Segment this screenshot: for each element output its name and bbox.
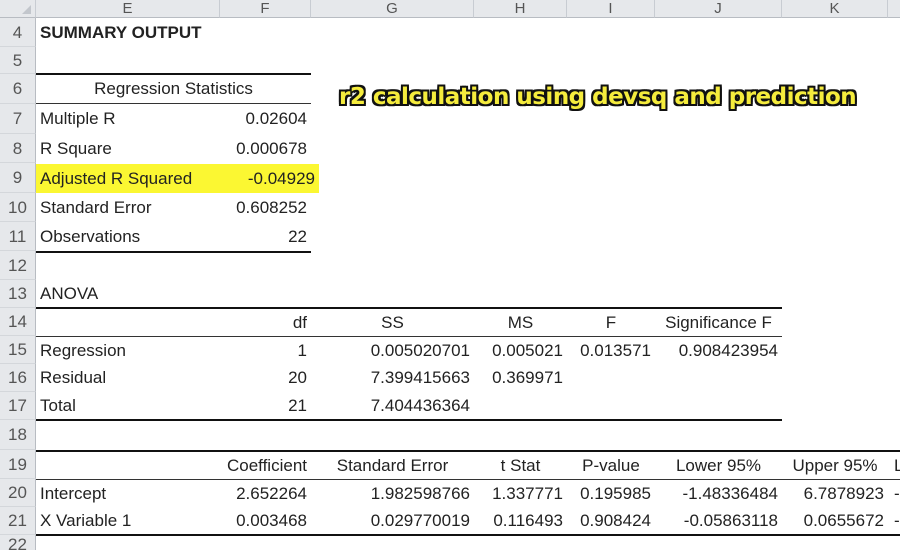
anova-cell-f[interactable]: 0.013571: [567, 337, 655, 364]
anova-cell-ms[interactable]: 0.005021: [474, 337, 567, 364]
summary-output-title[interactable]: SUMMARY OUTPUT: [36, 18, 236, 47]
column-header-i[interactable]: I: [567, 0, 655, 18]
coef-cell-standard-error[interactable]: 0.029770019: [311, 507, 474, 534]
row-header-7[interactable]: 7: [0, 104, 36, 134]
row-header-9[interactable]: 9: [0, 163, 36, 193]
row-header-15[interactable]: 15: [0, 336, 36, 364]
coef-cell-p-value[interactable]: 0.908424: [567, 507, 655, 534]
anova-cell-df[interactable]: 21: [220, 392, 311, 419]
regression-stats-bottom-border: [36, 251, 311, 253]
column-header-f[interactable]: F: [220, 0, 311, 18]
coef-header-p-value[interactable]: P-value: [567, 452, 655, 479]
row-header-11[interactable]: 11: [0, 222, 36, 251]
anova-row-label[interactable]: Residual: [36, 364, 220, 392]
column-header-l[interactable]: [888, 0, 900, 18]
column-header-j[interactable]: J: [655, 0, 782, 18]
coef-cell-t-stat[interactable]: 0.116493: [474, 507, 567, 534]
row-header-20[interactable]: 20: [0, 479, 36, 507]
select-all-triangle-icon: [22, 5, 31, 14]
row-header-6[interactable]: 6: [0, 74, 36, 104]
stat-label-adjusted-r-squared[interactable]: Adjusted R Squared: [36, 164, 220, 193]
row-header-5[interactable]: 5: [0, 47, 36, 74]
coef-cell-partial[interactable]: -: [890, 507, 900, 534]
stat-label-observations[interactable]: Observations: [36, 222, 220, 251]
coef-cell-partial[interactable]: -: [890, 480, 900, 507]
row-header-4[interactable]: 4: [0, 18, 36, 47]
coef-cell-upper-95[interactable]: 0.0655672: [782, 507, 888, 534]
coef-cell-lower-95[interactable]: -1.48336484: [655, 480, 782, 507]
anova-row-label[interactable]: Regression: [36, 337, 220, 364]
coef-header-standard-error[interactable]: Standard Error: [311, 452, 474, 479]
stat-value-adjusted-r-squared[interactable]: -0.04929: [220, 164, 319, 193]
row-header-8[interactable]: 8: [0, 134, 36, 163]
anova-cell-ss[interactable]: 7.404436364: [311, 392, 474, 419]
anova-bottom-border: [36, 419, 782, 421]
anova-cell-ss[interactable]: 0.005020701: [311, 337, 474, 364]
coef-header-lower-95-0-partial[interactable]: L: [890, 452, 900, 479]
stat-value-standard-error[interactable]: 0.608252: [220, 193, 311, 222]
regression-stats-header[interactable]: Regression Statistics: [36, 74, 311, 104]
stat-value-observations[interactable]: 22: [220, 222, 311, 251]
coef-cell-upper-95[interactable]: 6.7878923: [782, 480, 888, 507]
row-header-21[interactable]: 21: [0, 507, 36, 535]
anova-header-f[interactable]: F: [567, 309, 655, 336]
row-header-22[interactable]: 22: [0, 535, 36, 550]
column-header-k[interactable]: K: [782, 0, 888, 18]
stat-value-multiple-r[interactable]: 0.02604: [220, 104, 311, 134]
row-header-16[interactable]: 16: [0, 364, 36, 392]
row-header-14[interactable]: 14: [0, 308, 36, 336]
row-header-13[interactable]: 13: [0, 280, 36, 308]
anova-cell-significance-f[interactable]: 0.908423954: [655, 337, 782, 364]
coef-header-upper-95[interactable]: Upper 95%: [782, 452, 888, 479]
stat-label-standard-error[interactable]: Standard Error: [36, 193, 220, 222]
coef-cell-lower-95[interactable]: -0.05863118: [655, 507, 782, 534]
select-all-corner[interactable]: [0, 0, 36, 18]
coef-row-label[interactable]: Intercept: [36, 480, 220, 507]
anova-header-df[interactable]: df: [220, 309, 311, 336]
anova-header-significance-f[interactable]: Significance F: [655, 309, 782, 336]
coef-header-coefficient[interactable]: Coefficient: [220, 452, 311, 479]
coef-cell-coefficient[interactable]: 0.003468: [220, 507, 311, 534]
anova-header-ss[interactable]: SS: [311, 309, 474, 336]
row-header-12[interactable]: 12: [0, 251, 36, 280]
column-header-h[interactable]: H: [474, 0, 567, 18]
row-header-10[interactable]: 10: [0, 193, 36, 222]
stat-label-multiple-r[interactable]: Multiple R: [36, 104, 220, 134]
column-header-g[interactable]: G: [311, 0, 474, 18]
anova-title[interactable]: ANOVA: [36, 280, 220, 308]
coef-cell-p-value[interactable]: 0.195985: [567, 480, 655, 507]
row-header-18[interactable]: 18: [0, 420, 36, 450]
coef-cell-t-stat[interactable]: 1.337771: [474, 480, 567, 507]
anova-row-label[interactable]: Total: [36, 392, 220, 419]
coef-cell-coefficient[interactable]: 2.652264: [220, 480, 311, 507]
anova-cell-df[interactable]: 20: [220, 364, 311, 392]
stat-label-r-square[interactable]: R Square: [36, 134, 220, 163]
coef-header-lower-95[interactable]: Lower 95%: [655, 452, 782, 479]
row-header-17[interactable]: 17: [0, 392, 36, 420]
anova-header-ms[interactable]: MS: [474, 309, 567, 336]
coef-row-label[interactable]: X Variable 1: [36, 507, 220, 534]
anova-cell-df[interactable]: 1: [220, 337, 311, 364]
column-header-e[interactable]: E: [36, 0, 220, 18]
coefficients-bottom-border: [36, 534, 900, 536]
coef-header-t-stat[interactable]: t Stat: [474, 452, 567, 479]
overlay-title: r2 calculation using devsq and predictio…: [339, 84, 857, 110]
coef-cell-standard-error[interactable]: 1.982598766: [311, 480, 474, 507]
anova-cell-ms[interactable]: 0.369971: [474, 364, 567, 392]
stat-value-r-square[interactable]: 0.000678: [220, 134, 311, 163]
row-header-19[interactable]: 19: [0, 450, 36, 479]
anova-cell-ss[interactable]: 7.399415663: [311, 364, 474, 392]
